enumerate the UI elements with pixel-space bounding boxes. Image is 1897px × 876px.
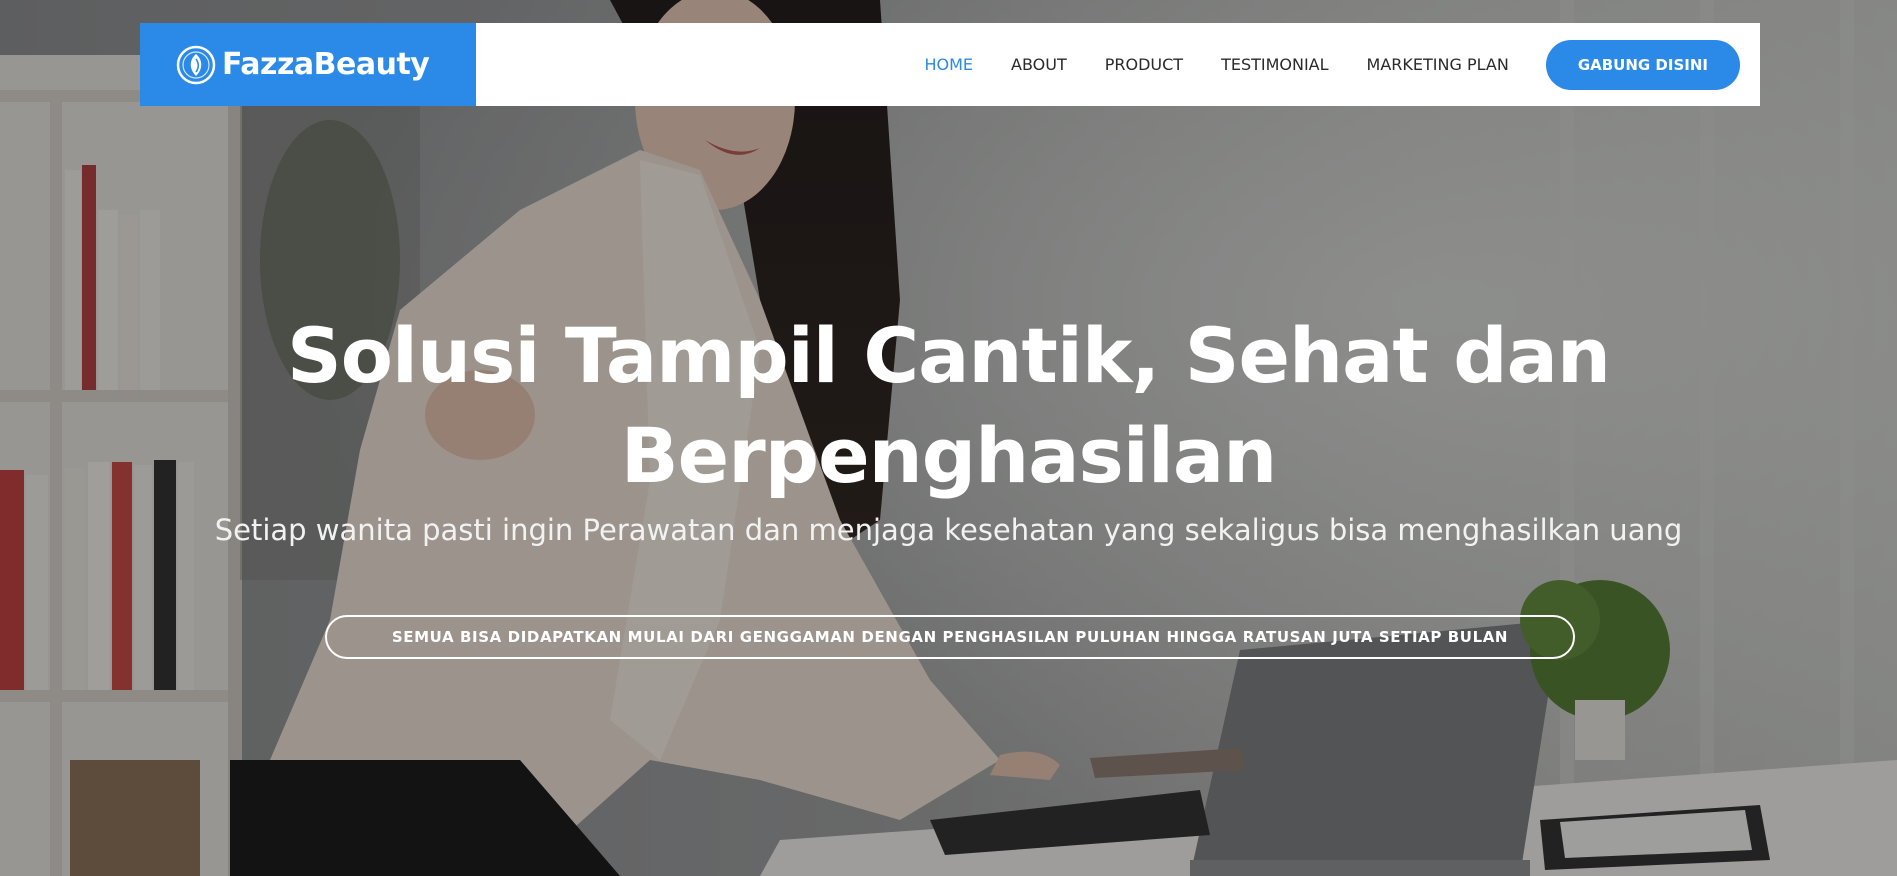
- nav-link-home[interactable]: HOME: [924, 55, 973, 74]
- brand-name: FazzaBeauty: [222, 47, 430, 82]
- hero-headline-line-1: Solusi Tampil Cantik, Sehat dan: [286, 311, 1611, 400]
- hero-subheadline: Setiap wanita pasti ingin Perawatan dan …: [214, 513, 1683, 547]
- brand-logo[interactable]: FazzaBeauty: [140, 23, 476, 106]
- hero-headline: Solusi Tampil Cantik, Sehat dan Berpengh…: [0, 306, 1897, 506]
- hero-section: FazzaBeauty HOME ABOUT PRODUCT TESTIMONI…: [0, 0, 1897, 876]
- nav-link-about[interactable]: ABOUT: [1011, 55, 1067, 74]
- nav-link-marketing-plan[interactable]: MARKETING PLAN: [1367, 55, 1509, 74]
- navbar: FazzaBeauty HOME ABOUT PRODUCT TESTIMONI…: [140, 23, 1760, 106]
- leaf-drop-logo-icon: [176, 45, 216, 85]
- gabung-disini-button[interactable]: GABUNG DISINI: [1545, 39, 1740, 90]
- hero-income-pill[interactable]: SEMUA BISA DIDAPATKAN MULAI DARI GENGGAM…: [325, 615, 1575, 659]
- nav-link-product[interactable]: PRODUCT: [1105, 55, 1183, 74]
- hero-headline-line-2: Berpenghasilan: [620, 411, 1278, 500]
- nav-link-testimonial[interactable]: TESTIMONIAL: [1221, 55, 1328, 74]
- nav-links: HOME ABOUT PRODUCT TESTIMONIAL MARKETING…: [886, 39, 1740, 90]
